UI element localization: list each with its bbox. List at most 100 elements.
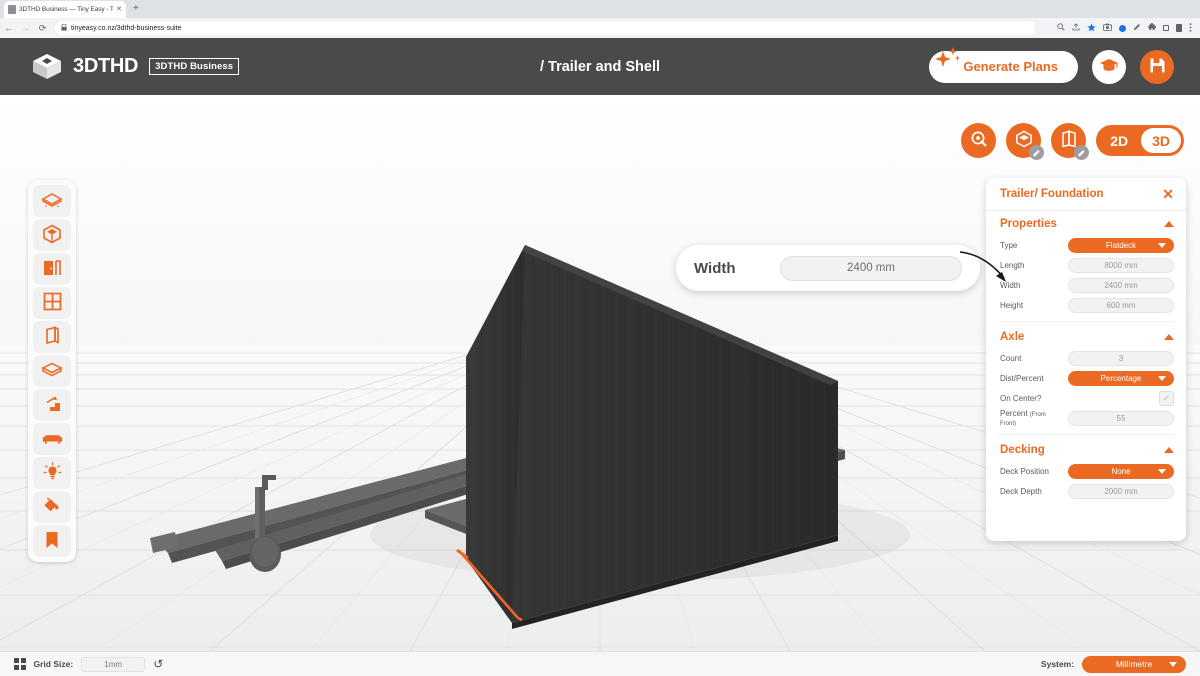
sidepanel-icon[interactable]: [1163, 25, 1169, 31]
grid-icon: [14, 658, 26, 670]
open-book-view-sub-badge[interactable]: [1074, 145, 1090, 160]
check-icon: ✓: [1162, 392, 1171, 403]
deck-position-select[interactable]: None: [1068, 463, 1174, 479]
open-book-view-button[interactable]: [1051, 123, 1090, 160]
url-text: tinyeasy.co.nz/3dthd-business-suite: [71, 24, 182, 32]
chevron-down-icon: [1158, 375, 1166, 381]
on-center-checkbox[interactable]: ✓: [1159, 390, 1174, 406]
tool-door[interactable]: [33, 253, 71, 285]
camera-icon[interactable]: [1103, 23, 1112, 33]
save-button[interactable]: [1140, 49, 1174, 84]
shell-cube-icon: [42, 224, 62, 247]
section-title-axle: Axle: [1000, 331, 1025, 343]
section-title-decking: Decking: [1000, 444, 1045, 456]
chevron-up-icon[interactable]: [1164, 221, 1174, 227]
panel-header: Trailer/ Foundation ✕: [986, 178, 1186, 211]
dimension-option-2d[interactable]: 2D: [1099, 128, 1139, 153]
status-bar-left: Grid Size: 1mm ↺: [14, 656, 163, 672]
row-label-width: Width: [1000, 280, 1021, 290]
tool-furniture[interactable]: [33, 423, 71, 455]
dist-percent-select[interactable]: Percentage: [1068, 370, 1174, 386]
dist-percent-value: Percentage: [1100, 373, 1142, 383]
extensions-icon[interactable]: [1148, 22, 1157, 33]
row-label-count: Count: [1000, 353, 1022, 363]
generate-plans-button[interactable]: Generate Plans: [929, 46, 1078, 83]
menu-icon[interactable]: [1189, 22, 1192, 34]
reload-icon[interactable]: ⟳: [34, 23, 51, 34]
row-label-height: Height: [1000, 300, 1024, 310]
row-label-percent-main: Percent: [1000, 409, 1028, 418]
lock-icon: [61, 23, 67, 33]
address-bar[interactable]: tinyeasy.co.nz/3dthd-business-suite: [55, 21, 1035, 35]
shell-view-button[interactable]: [1006, 123, 1045, 160]
forward-icon[interactable]: →: [17, 23, 34, 33]
type-select[interactable]: Flatdeck: [1068, 237, 1174, 253]
dimension-option-3d[interactable]: 3D: [1141, 128, 1181, 153]
divider: [998, 434, 1174, 435]
new-tab-button[interactable]: +: [133, 3, 139, 15]
chevron-up-icon[interactable]: [1164, 334, 1174, 340]
tool-stairs[interactable]: [33, 389, 71, 421]
door-icon: [42, 259, 62, 280]
tool-floor[interactable]: [33, 355, 71, 387]
profile-icon[interactable]: [1176, 24, 1182, 32]
width-callout-label: Width: [694, 259, 736, 277]
share-icon[interactable]: [1072, 23, 1080, 33]
pencil-icon[interactable]: [1133, 23, 1141, 33]
row-label-type: Type: [1000, 240, 1018, 250]
learn-button[interactable]: [1092, 49, 1126, 84]
row-dist-percent: Dist/Percent Percentage: [986, 368, 1186, 388]
width-callout[interactable]: Width 2400 mm: [676, 245, 980, 291]
tab-title: 3DTHD Business — Tiny Easy - T: [19, 6, 114, 13]
tool-shell[interactable]: [33, 219, 71, 251]
bookmark-icon: [45, 531, 59, 552]
zoom-icon[interactable]: [1057, 23, 1065, 33]
axle-count-input[interactable]: 3: [1068, 350, 1174, 366]
tool-trailer[interactable]: [33, 185, 71, 217]
floor-layers-icon: [41, 362, 63, 380]
back-icon[interactable]: ←: [0, 23, 17, 33]
length-input[interactable]: 8000 mm: [1068, 257, 1174, 273]
deck-position-value: None: [1111, 466, 1131, 476]
orbit-icon: [970, 130, 988, 151]
percent-input[interactable]: 55: [1068, 410, 1174, 426]
chevron-down-icon: [1158, 468, 1166, 474]
status-dot-icon[interactable]: [1119, 24, 1126, 32]
tool-wall[interactable]: [33, 321, 71, 353]
type-select-value: Flatdeck: [1105, 240, 1137, 250]
save-disk-icon: [1149, 57, 1166, 77]
tool-bookmark[interactable]: [33, 525, 71, 557]
header-actions: Generate Plans: [929, 46, 1200, 84]
close-icon[interactable]: ✕: [116, 6, 122, 13]
tool-window[interactable]: [33, 287, 71, 319]
dimension-toggle[interactable]: 2D 3D: [1096, 125, 1184, 156]
orbit-view-button[interactable]: [961, 123, 997, 158]
system-label: System:: [1040, 659, 1074, 669]
properties-panel: Trailer/ Foundation ✕ Properties Type Fl…: [986, 178, 1186, 541]
browser-tab[interactable]: 3DTHD Business — Tiny Easy - T ✕: [4, 1, 126, 18]
section-header-axle[interactable]: Axle: [986, 324, 1186, 348]
bookmark-star-icon[interactable]: [1087, 23, 1096, 34]
tool-paint[interactable]: [33, 491, 71, 523]
app-header: 3DTHD 3DTHD Business / Trailer and Shell…: [0, 38, 1200, 95]
paint-bucket-icon: [42, 496, 62, 518]
height-input[interactable]: 600 mm: [1068, 297, 1174, 313]
sofa-icon: [42, 431, 63, 448]
section-title-properties: Properties: [1000, 218, 1057, 230]
tool-lighting[interactable]: [33, 457, 71, 489]
lightbulb-icon: [43, 462, 62, 484]
section-header-properties[interactable]: Properties: [986, 211, 1186, 235]
section-header-decking[interactable]: Decking: [986, 437, 1186, 461]
chevron-up-icon[interactable]: [1164, 447, 1174, 453]
row-label-length: Length: [1000, 260, 1025, 270]
panel-title: Trailer/ Foundation: [1000, 188, 1104, 200]
width-input[interactable]: 2400 mm: [1068, 277, 1174, 293]
shell-view-sub-badge[interactable]: [1029, 145, 1045, 160]
deck-depth-input[interactable]: 2000 mm: [1068, 483, 1174, 499]
reset-icon[interactable]: ↺: [153, 658, 163, 670]
width-callout-input[interactable]: 2400 mm: [780, 255, 962, 281]
system-units-select[interactable]: Millimetre: [1082, 655, 1186, 673]
close-icon[interactable]: ✕: [1162, 187, 1174, 201]
grid-size-input[interactable]: 1mm: [81, 656, 146, 672]
row-label-on-center: On Center?: [1000, 393, 1042, 403]
